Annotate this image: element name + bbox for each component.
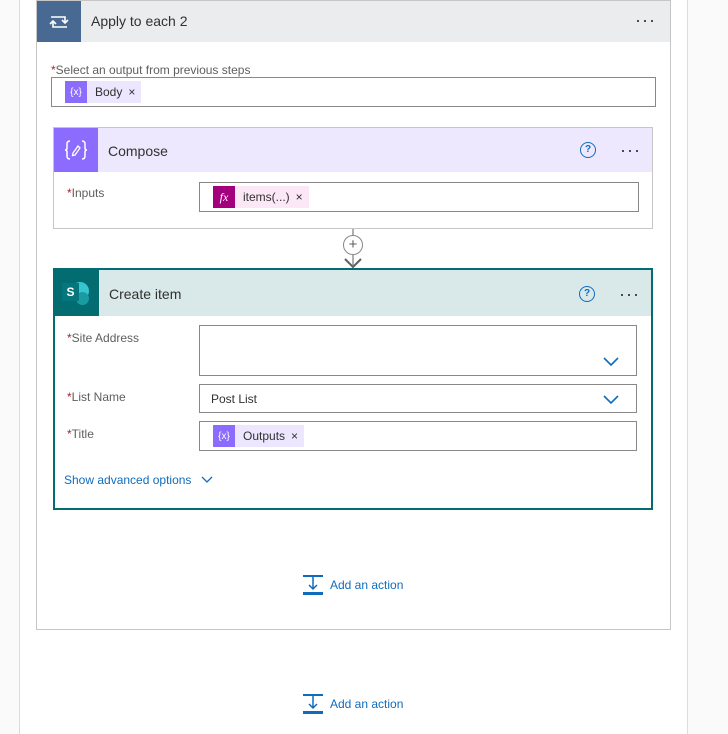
expression-token-label: items(...) (243, 190, 290, 204)
compose-icon (54, 128, 98, 172)
output-label-text: Select an output from previous steps (55, 63, 251, 77)
site-address-label: *Site Address (67, 331, 139, 345)
create-item-header[interactable]: S Create item ? ··· (55, 270, 651, 316)
more-options-icon[interactable]: ··· (635, 11, 656, 29)
insert-step-plus-icon[interactable]: + (343, 235, 363, 255)
fx-icon: fx (213, 186, 235, 208)
help-icon[interactable]: ? (579, 286, 595, 302)
chevron-down-icon[interactable] (603, 357, 619, 367)
sharepoint-icon: S (55, 270, 99, 316)
more-options-icon[interactable]: ··· (620, 141, 641, 159)
output-input[interactable]: {x} Body × (51, 77, 656, 107)
remove-token-icon[interactable]: × (128, 85, 141, 99)
compose-token-icon: {x} (213, 425, 235, 447)
show-advanced-options-label: Show advanced options (64, 473, 192, 487)
title-label-text: Title (71, 427, 94, 441)
body-token[interactable]: {x} Body × (65, 81, 142, 103)
output-field-label: *Select an output from previous steps (51, 63, 250, 77)
connector: + (341, 229, 365, 271)
apply-to-each-header[interactable]: Apply to each 2 ··· (37, 1, 670, 42)
site-address-dropdown[interactable] (199, 325, 637, 376)
title-label: *Title (67, 427, 94, 441)
list-name-dropdown[interactable]: Post List (199, 384, 637, 413)
remove-token-icon[interactable]: × (291, 429, 304, 443)
add-action-icon (303, 694, 323, 714)
compose-header[interactable]: Compose ? ··· (54, 128, 652, 172)
site-address-label-text: Site Address (71, 331, 140, 345)
create-item-card: S Create item ? ··· *Site Address *List … (53, 268, 653, 510)
chevron-down-icon[interactable] (603, 395, 619, 405)
loop-icon (37, 1, 81, 42)
apply-to-each-title: Apply to each 2 (91, 13, 188, 29)
body-token-label: Body (95, 85, 123, 99)
list-name-value: Post List (211, 392, 258, 406)
create-item-title: Create item (109, 286, 182, 302)
help-icon[interactable]: ? (580, 142, 596, 158)
chevron-down-icon (201, 476, 213, 483)
add-action-label: Add an action (330, 578, 404, 592)
more-options-icon[interactable]: ··· (619, 285, 640, 303)
compose-card: Compose ? ··· *Inputs fx items(...) × (53, 127, 653, 229)
list-name-label: *List Name (67, 390, 126, 404)
inputs-field-label: *Inputs (67, 186, 104, 200)
add-action-button[interactable]: Add an action (302, 574, 403, 596)
remove-token-icon[interactable]: × (296, 190, 309, 204)
show-advanced-options-link[interactable]: Show advanced options (64, 473, 213, 487)
variable-icon: {x} (65, 81, 87, 103)
compose-title: Compose (108, 143, 168, 159)
inputs-label-text: Inputs (71, 186, 105, 200)
inputs-field[interactable]: fx items(...) × (199, 182, 639, 212)
add-action-label: Add an action (330, 697, 404, 711)
title-field[interactable]: {x} Outputs × (199, 421, 637, 451)
add-action-button-outer[interactable]: Add an action (302, 693, 403, 715)
list-name-label-text: List Name (71, 390, 126, 404)
outputs-token[interactable]: {x} Outputs × (213, 425, 305, 447)
add-action-icon (303, 575, 323, 595)
expression-token[interactable]: fx items(...) × (213, 186, 309, 208)
outputs-token-label: Outputs (243, 429, 286, 443)
